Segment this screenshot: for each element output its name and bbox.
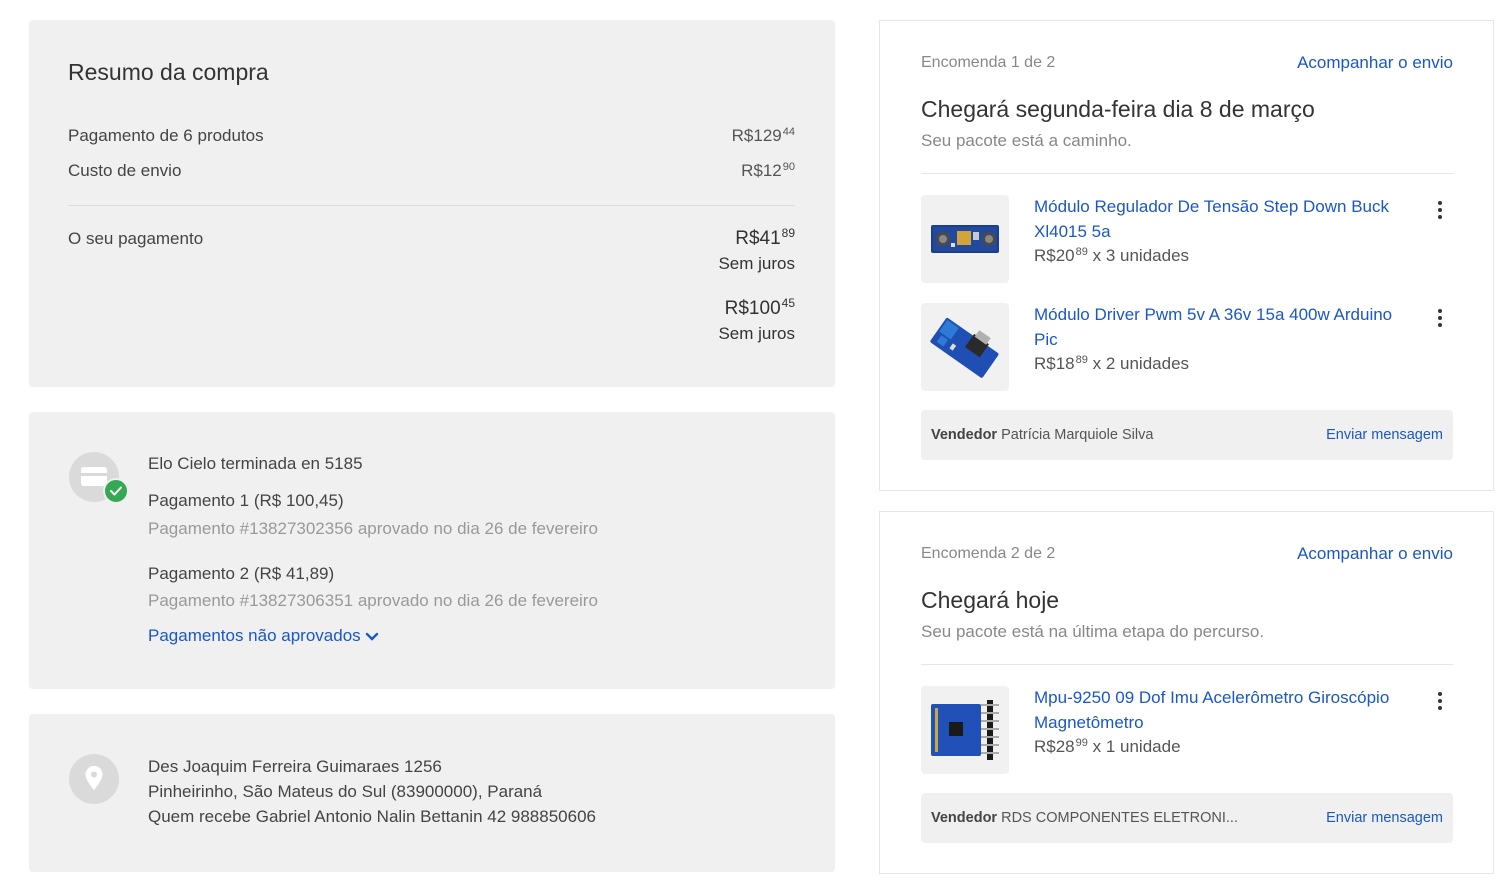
order-card-1: Encomenda 1 de 2 Acompanhar o envio Cheg…: [879, 20, 1494, 491]
more-options-icon[interactable]: [1430, 307, 1450, 331]
summary-divider: [68, 205, 795, 206]
your-payment-label: O seu pagamento: [68, 229, 204, 248]
address-recipient: Quem recebe Gabriel Antonio Nalin Bettan…: [148, 807, 596, 826]
products-amount: R$12944: [731, 126, 795, 145]
payment-2-title: Pagamento 2 (R$ 41,89): [148, 564, 335, 583]
product-price: R$2089 x 3 unidades: [1034, 246, 1190, 265]
track-shipment-link[interactable]: Acompanhar o envio: [1297, 53, 1453, 73]
track-shipment-link[interactable]: Acompanhar o envio: [1297, 544, 1453, 564]
order-count: Encomenda 1 de 2: [921, 54, 1056, 71]
payment-1-detail: Pagamento #13827302356 aprovado no dia 2…: [148, 519, 598, 538]
product-image[interactable]: [921, 686, 1009, 774]
seller-bar: Vendedor Patrícia Marquiole Silva Enviar…: [921, 410, 1453, 460]
credit-card-icon: [69, 452, 129, 504]
shipping-amount: R$1290: [741, 161, 795, 180]
check-icon: [103, 478, 129, 504]
product-title-link[interactable]: Módulo Regulador De Tensão Step Down Buc…: [1034, 194, 1414, 244]
seller-bar: Vendedor RDS COMPONENTES ELETRONI... Env…: [921, 793, 1453, 843]
more-options-icon[interactable]: [1430, 199, 1450, 223]
payment-2-terms: Sem juros: [718, 324, 795, 343]
product-image[interactable]: [921, 303, 1009, 391]
chevron-down-icon: [365, 632, 378, 641]
products-label: Pagamento de 6 produtos: [68, 126, 264, 145]
purchase-summary-panel: Resumo da compra Pagamento de 6 produtos…: [29, 20, 835, 387]
payment-1-terms: Sem juros: [718, 254, 795, 273]
address-line-1: Des Joaquim Ferreira Guimaraes 1256: [148, 757, 442, 776]
product-title-link[interactable]: Módulo Driver Pwm 5v A 36v 15a 400w Ardu…: [1034, 302, 1414, 352]
product-image[interactable]: [921, 195, 1009, 283]
seller-info: Vendedor Patrícia Marquiole Silva: [931, 427, 1154, 443]
delivery-status: Seu pacote está na última etapa do percu…: [921, 622, 1265, 641]
payment-1-title: Pagamento 1 (R$ 100,45): [148, 491, 344, 510]
order-divider: [921, 173, 1453, 174]
address-line-2: Pinheirinho, São Mateus do Sul (83900000…: [148, 782, 543, 801]
payment-1-amount: R$4189: [735, 226, 795, 249]
card-name: Elo Cielo terminada en 5185: [148, 454, 363, 473]
order-card-2: Encomenda 2 de 2 Acompanhar o envio Cheg…: [879, 511, 1494, 874]
shipping-address-panel: Des Joaquim Ferreira Guimaraes 1256 Pinh…: [29, 714, 835, 872]
payment-method-panel: Elo Cielo terminada en 5185 Pagamento 1 …: [29, 412, 835, 689]
not-approved-label: Pagamentos não aprovados: [148, 626, 361, 645]
seller-info: Vendedor RDS COMPONENTES ELETRONI...: [931, 810, 1238, 826]
product-price: R$1889 x 2 unidades: [1034, 354, 1190, 373]
product-title-link[interactable]: Mpu-9250 09 Dof Imu Acelerômetro Giroscó…: [1034, 685, 1414, 735]
order-count: Encomenda 2 de 2: [921, 545, 1056, 562]
delivery-status: Seu pacote está a caminho.: [921, 131, 1132, 150]
location-pin-icon: [69, 754, 119, 804]
shipping-label: Custo de envio: [68, 161, 182, 180]
not-approved-payments-link[interactable]: Pagamentos não aprovados: [148, 626, 379, 646]
delivery-title: Chegará hoje: [921, 587, 1060, 613]
delivery-title: Chegará segunda-feira dia 8 de março: [921, 96, 1315, 122]
send-message-link[interactable]: Enviar mensagem: [1326, 427, 1443, 443]
send-message-link[interactable]: Enviar mensagem: [1326, 810, 1443, 826]
more-options-icon[interactable]: [1430, 690, 1450, 714]
summary-title: Resumo da compra: [68, 59, 269, 85]
order-divider: [921, 664, 1453, 665]
payment-2-amount: R$10045: [724, 296, 795, 319]
product-price: R$2899 x 1 unidade: [1034, 737, 1181, 756]
payment-2-detail: Pagamento #13827306351 aprovado no dia 2…: [148, 591, 598, 610]
